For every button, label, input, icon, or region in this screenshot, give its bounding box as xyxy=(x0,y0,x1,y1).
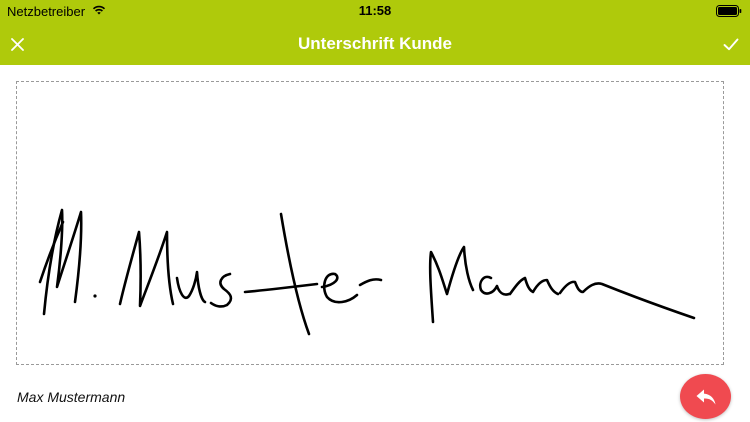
checkmark-icon xyxy=(723,38,739,50)
page-title: Unterschrift Kunde xyxy=(298,34,452,53)
undo-button[interactable] xyxy=(680,374,731,419)
status-bar: Netzbetreiber 11:58 xyxy=(0,0,750,22)
nav-bar: Unterschrift Kunde xyxy=(0,22,750,65)
undo-arrow-icon xyxy=(696,389,715,404)
status-time: 11:58 xyxy=(358,3,392,18)
close-button[interactable] xyxy=(2,26,32,62)
signature-pad[interactable] xyxy=(16,81,724,365)
signer-name: Max Mustermann xyxy=(17,389,126,405)
signature-drawing xyxy=(38,208,696,336)
app-header: Netzbetreiber 11:58 Unterschrift Kunde xyxy=(0,0,750,65)
battery-icon xyxy=(716,5,742,17)
confirm-button[interactable] xyxy=(714,26,748,62)
close-icon xyxy=(10,37,24,51)
